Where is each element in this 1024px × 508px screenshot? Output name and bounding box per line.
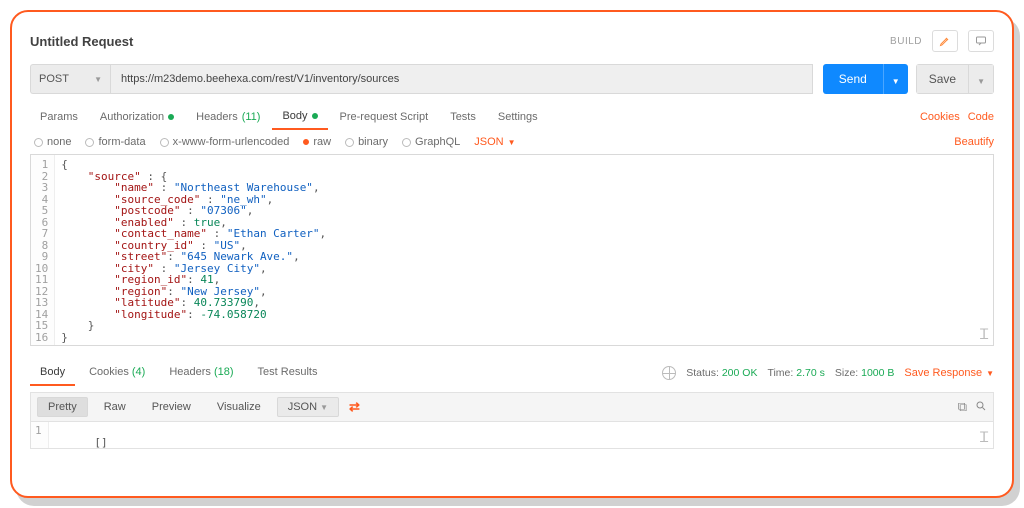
- comment-icon[interactable]: [968, 30, 994, 52]
- raw-format-label: JSON: [474, 136, 503, 148]
- edit-icon[interactable]: [932, 30, 958, 52]
- response-toolbar-right: ⧉: [958, 399, 987, 415]
- chevron-down-icon: ▼: [986, 369, 994, 378]
- dot-icon: [168, 114, 174, 120]
- request-row: POST ▼ https://m23demo.beehexa.com/rest/…: [30, 64, 994, 94]
- request-tabs: Params Authorization Headers (11) Body P…: [30, 104, 994, 130]
- time-badge: Time: 2.70 s: [767, 367, 824, 379]
- bodytype-graphql[interactable]: GraphQL: [402, 136, 460, 148]
- tab-headers-label: Headers: [196, 111, 238, 123]
- view-pretty[interactable]: Pretty: [37, 397, 88, 417]
- save-caret[interactable]: ▼: [968, 64, 994, 94]
- tab-tests[interactable]: Tests: [440, 105, 486, 129]
- send-group: Send ▼: [823, 64, 908, 94]
- code-link[interactable]: Code: [968, 111, 994, 123]
- send-button[interactable]: Send: [823, 64, 883, 94]
- caret-icon: Ꮖ: [980, 330, 989, 342]
- response-toolbar: Pretty Raw Preview Visualize JSON ▼ ⇄ ⧉: [30, 392, 994, 421]
- tab-settings[interactable]: Settings: [488, 105, 548, 129]
- caret-icon: Ꮖ: [980, 433, 989, 445]
- chevron-down-icon: ▼: [94, 75, 102, 84]
- status-badge: Status: 200 OK: [686, 367, 757, 379]
- tab-prerequest[interactable]: Pre-request Script: [330, 105, 439, 129]
- bodytype-formdata[interactable]: form-data: [85, 136, 145, 148]
- request-title: Untitled Request: [30, 34, 133, 49]
- view-visualize[interactable]: Visualize: [207, 398, 271, 416]
- search-icon[interactable]: [975, 400, 987, 415]
- response-code: [] Ꮖ: [49, 422, 993, 448]
- raw-format-select[interactable]: JSON ▼: [474, 136, 515, 148]
- response-body-viewer[interactable]: 1 [] Ꮖ: [30, 421, 994, 449]
- wrap-lines-icon[interactable]: ⇄: [345, 399, 364, 415]
- tabs-left: Params Authorization Headers (11) Body P…: [30, 104, 548, 130]
- cookies-link[interactable]: Cookies: [920, 111, 960, 123]
- save-group: Save ▼: [916, 64, 994, 94]
- response-meta: Status: 200 OK Time: 2.70 s Size: 1000 B…: [662, 366, 994, 380]
- response-toolbar-left: Pretty Raw Preview Visualize JSON ▼ ⇄: [37, 397, 364, 417]
- response-format-select[interactable]: JSON ▼: [277, 397, 339, 417]
- bodytype-xwww[interactable]: x-www-form-urlencoded: [160, 136, 290, 148]
- header-actions: BUILD: [890, 30, 994, 52]
- view-preview[interactable]: Preview: [142, 398, 201, 416]
- send-caret[interactable]: ▼: [883, 64, 908, 94]
- response-tab-headers[interactable]: Headers (18): [159, 360, 243, 386]
- tab-authorization[interactable]: Authorization: [90, 105, 184, 129]
- method-select[interactable]: POST ▼: [30, 64, 110, 94]
- build-label: BUILD: [890, 36, 922, 47]
- bodytype-binary[interactable]: binary: [345, 136, 388, 148]
- method-value: POST: [39, 73, 69, 85]
- tab-body[interactable]: Body: [272, 104, 327, 130]
- request-body-editor[interactable]: 1234 5678 9101112 13141516 { "source" : …: [30, 154, 994, 346]
- globe-icon[interactable]: [662, 366, 676, 380]
- tabs-right: Cookies Code: [920, 111, 994, 123]
- editor-gutter: 1234 5678 9101112 13141516: [31, 155, 55, 345]
- view-raw[interactable]: Raw: [94, 398, 136, 416]
- response-header: Body Cookies (4) Headers (18) Test Resul…: [30, 360, 994, 386]
- body-type-row: none form-data x-www-form-urlencoded raw…: [34, 136, 994, 148]
- dot-icon: [312, 113, 318, 119]
- header: Untitled Request BUILD: [30, 30, 994, 52]
- response-gutter: 1: [31, 422, 49, 448]
- body-type-left: none form-data x-www-form-urlencoded raw…: [34, 136, 516, 148]
- response-tabs: Body Cookies (4) Headers (18) Test Resul…: [30, 360, 327, 386]
- bodytype-raw[interactable]: raw: [303, 136, 331, 148]
- url-input[interactable]: https://m23demo.beehexa.com/rest/V1/inve…: [110, 64, 813, 94]
- tab-body-label: Body: [282, 110, 307, 122]
- response-tab-body[interactable]: Body: [30, 360, 75, 386]
- url-text: https://m23demo.beehexa.com/rest/V1/inve…: [121, 73, 399, 85]
- tab-auth-label: Authorization: [100, 111, 164, 123]
- tab-params[interactable]: Params: [30, 105, 88, 129]
- app-window: Untitled Request BUILD POST ▼ https://m2…: [10, 10, 1014, 498]
- response-tab-tests[interactable]: Test Results: [248, 360, 328, 386]
- size-badge: Size: 1000 B: [835, 367, 895, 379]
- save-response-button[interactable]: Save Response ▼: [904, 367, 994, 379]
- response-tab-cookies[interactable]: Cookies (4): [79, 360, 155, 386]
- chevron-down-icon: ▼: [508, 138, 516, 147]
- bodytype-none[interactable]: none: [34, 136, 71, 148]
- save-button[interactable]: Save: [916, 64, 968, 94]
- copy-icon[interactable]: ⧉: [958, 399, 967, 415]
- beautify-link[interactable]: Beautify: [954, 136, 994, 148]
- editor-code[interactable]: { "source" : { "name" : "Northeast Wareh…: [55, 155, 993, 345]
- tab-headers[interactable]: Headers (11): [186, 105, 270, 129]
- tab-headers-count: (11): [242, 111, 261, 123]
